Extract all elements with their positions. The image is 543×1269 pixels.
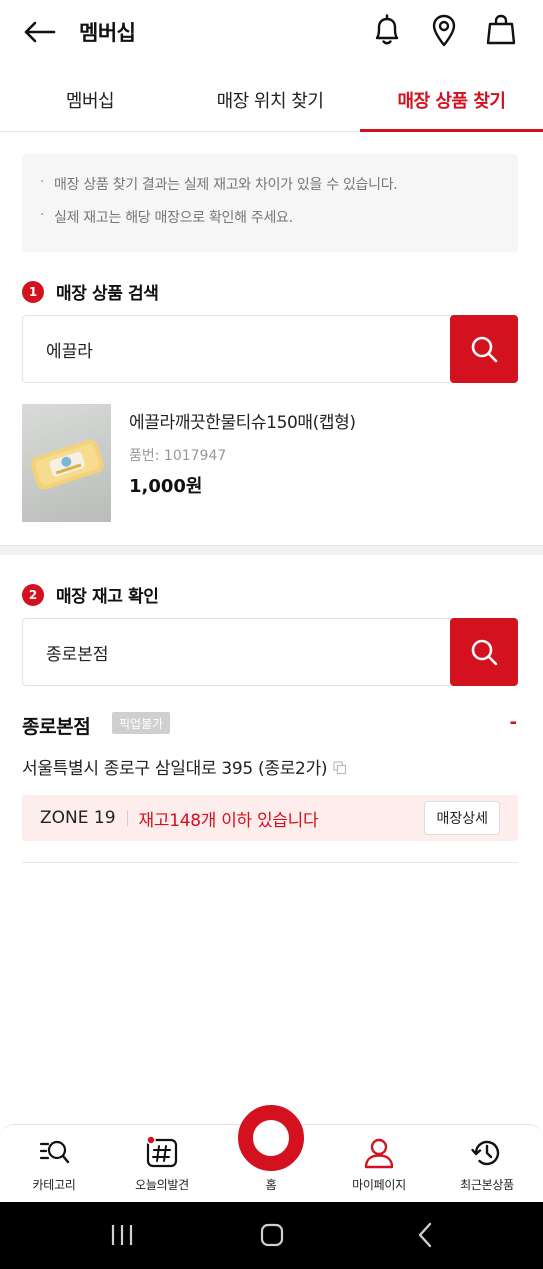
home-square-icon[interactable]	[255, 1220, 289, 1250]
step-number-badge: 2	[22, 583, 44, 606]
section-title: 매장 상품 검색	[56, 284, 159, 304]
back-chevron-icon[interactable]	[408, 1220, 442, 1250]
notice-box: · 매장 상품 찾기 결과는 실제 재고와 차이가 있을 수 있습니다. · 실…	[22, 154, 518, 252]
home-ring-icon[interactable]	[238, 1105, 304, 1171]
nav-label: 오늘의발견	[135, 1178, 189, 1192]
stock-status-text: 재고148개 이하 있습니다	[138, 810, 319, 831]
nav-item-recent[interactable]: 최근본상품	[433, 1125, 541, 1203]
zone-separator	[126, 810, 128, 826]
product-search-input[interactable]: 에끌라	[22, 315, 452, 383]
step-number-badge: 1	[22, 280, 44, 303]
recent-apps-icon[interactable]	[105, 1220, 139, 1250]
list-divider	[22, 862, 518, 863]
copy-icon[interactable]	[333, 760, 347, 774]
store-search-bar: 종로본점	[22, 618, 518, 686]
bell-icon[interactable]	[371, 12, 403, 48]
nav-item-mypage[interactable]: 마이페이지	[325, 1125, 433, 1203]
system-nav-bar	[0, 1202, 543, 1269]
notice-text: 실제 재고는 해당 매장으로 확인해 주세요.	[54, 210, 293, 226]
tab-bar: 멤버십 매장 위치 찾기 매장 상품 찾기	[0, 74, 543, 132]
nav-label: 카테고리	[32, 1178, 76, 1192]
nav-label: 최근본상품	[460, 1178, 514, 1192]
product-code: 품번: 1017947	[129, 448, 227, 464]
store-address-text: 서울특별시 종로구 삼일대로 395 (종로2가)	[22, 759, 328, 779]
product-search-bar: 에끌라	[22, 315, 518, 383]
back-arrow-icon[interactable]	[22, 14, 58, 50]
stock-check-heading: 2 매장 재고 확인	[22, 582, 159, 607]
store-search-input[interactable]: 종로본점	[22, 618, 452, 686]
shopping-bag-icon[interactable]	[485, 12, 517, 48]
nav-label: 홈	[265, 1178, 277, 1192]
page-title: 멤버십	[79, 21, 136, 45]
store-name: 종로본점	[22, 716, 91, 738]
nav-item-category[interactable]: 카테고리	[0, 1125, 108, 1203]
notice-item: · 실제 재고는 해당 매장으로 확인해 주세요.	[40, 207, 500, 227]
product-price: 1,000원	[129, 476, 203, 497]
notice-text: 매장 상품 찾기 결과는 실제 재고와 차이가 있을 수 있습니다.	[54, 177, 398, 193]
product-search-button[interactable]	[450, 315, 518, 383]
location-pin-icon[interactable]	[428, 12, 460, 48]
nav-label: 마이페이지	[352, 1178, 406, 1192]
notice-item: · 매장 상품 찾기 결과는 실제 재고와 차이가 있을 수 있습니다.	[40, 174, 500, 194]
hashtag-icon	[145, 1135, 179, 1170]
category-search-icon	[37, 1136, 71, 1170]
store-distance: -	[509, 712, 517, 733]
product-image	[22, 404, 111, 522]
section-title: 매장 재고 확인	[56, 587, 159, 607]
search-icon	[471, 639, 498, 666]
product-result[interactable]: 에끌라깨끗한물티슈150매(캡형) 품번: 1017947 1,000원	[22, 404, 518, 524]
store-detail-button[interactable]: 매장상세	[424, 801, 500, 835]
bullet: ·	[40, 207, 45, 223]
app-header: 멤버십	[0, 0, 543, 64]
zone-stock-bar: ZONE 19 재고148개 이하 있습니다 매장상세	[22, 795, 518, 841]
tab-store-product[interactable]: 매장 상품 찾기	[360, 74, 543, 132]
product-search-heading: 1 매장 상품 검색	[22, 279, 159, 304]
store-address: 서울특별시 종로구 삼일대로 395 (종로2가)	[22, 754, 347, 779]
zone-label: ZONE 19	[40, 808, 116, 828]
section-divider	[0, 545, 543, 555]
store-search-button[interactable]	[450, 618, 518, 686]
nav-item-today[interactable]: 오늘의발견	[108, 1125, 216, 1203]
product-name[interactable]: 에끌라깨끗한물티슈150매(캡형)	[129, 408, 356, 433]
bullet: ·	[40, 174, 45, 190]
search-icon	[471, 336, 498, 363]
pickup-status-badge: 픽업불가	[112, 712, 171, 734]
person-icon	[362, 1136, 396, 1170]
history-icon	[470, 1136, 504, 1170]
tab-membership[interactable]: 멤버십	[0, 74, 180, 131]
tab-store-location[interactable]: 매장 위치 찾기	[180, 74, 360, 131]
